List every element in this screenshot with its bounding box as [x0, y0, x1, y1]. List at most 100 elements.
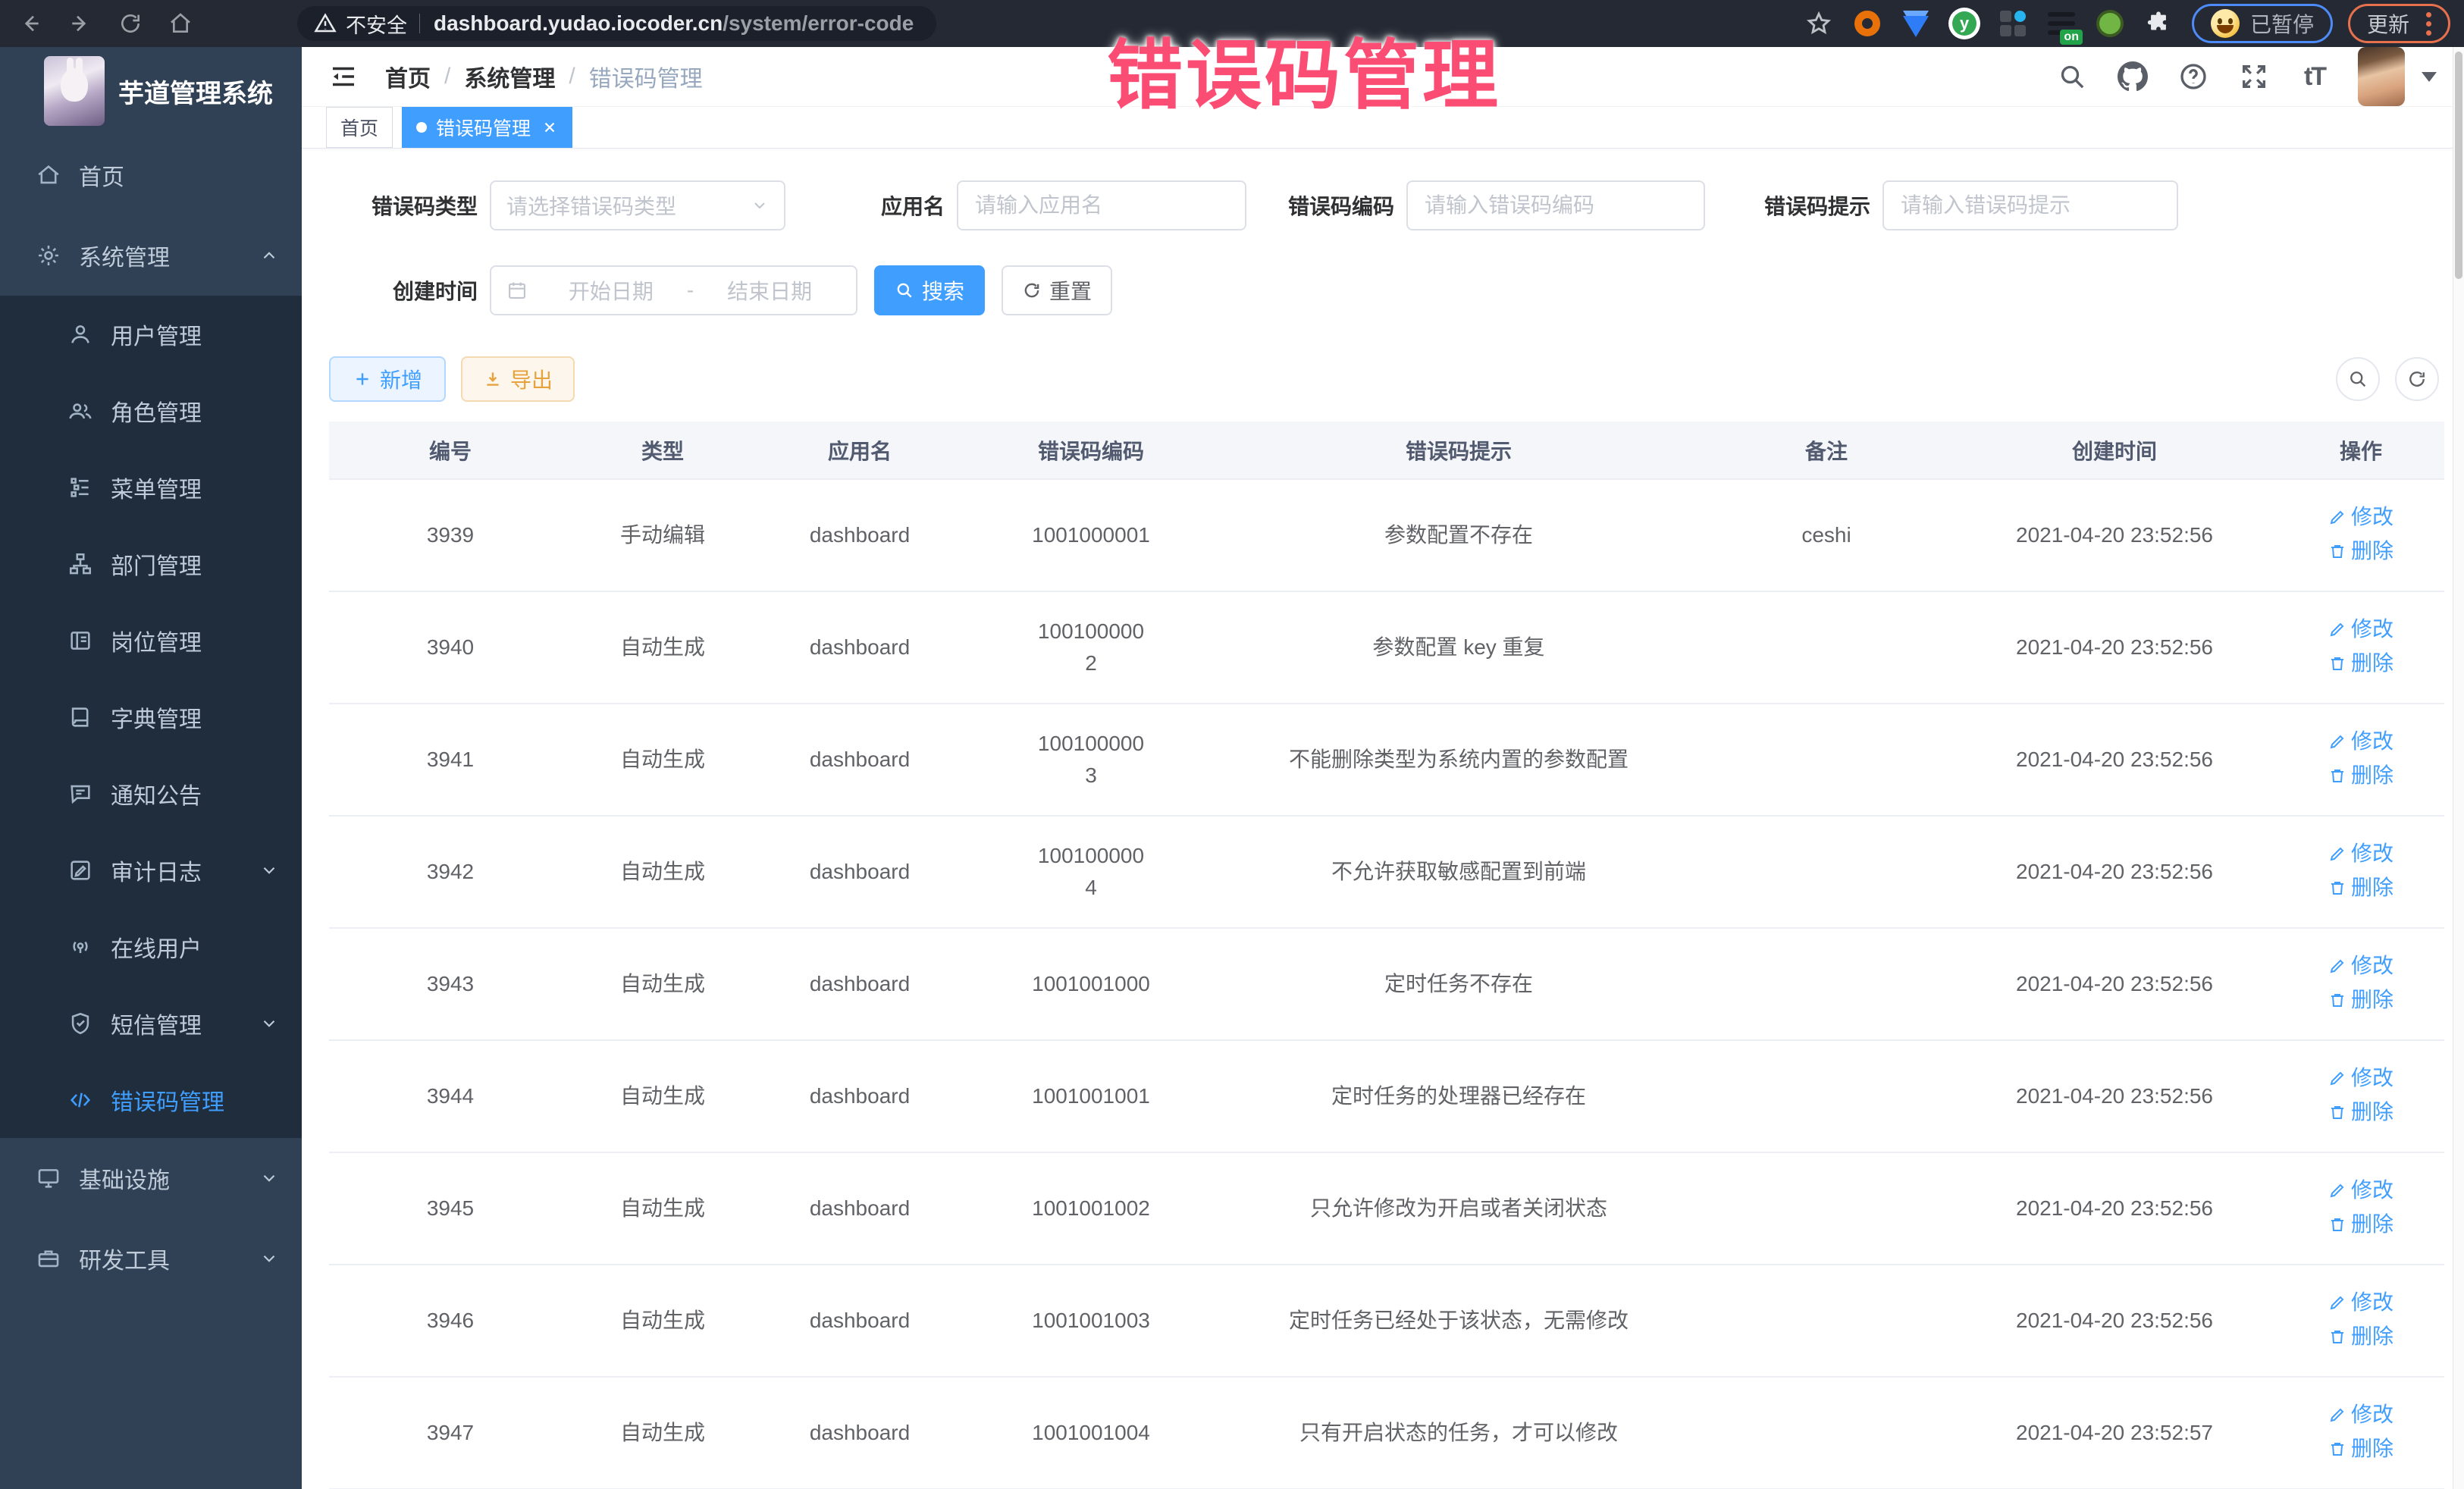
tag-error-codes[interactable]: 错误码管理 — [402, 107, 572, 148]
scrollbar-thumb[interactable] — [2455, 52, 2462, 279]
address-bar[interactable]: 不安全 dashboard.yudao.iocoder.cn /system/e… — [297, 6, 936, 41]
delete-button[interactable]: 删除 — [2328, 1433, 2393, 1465]
filter-app-name: 应用名 — [869, 180, 1246, 230]
delete-button[interactable]: 删除 — [2328, 1096, 2393, 1128]
edit-button[interactable]: 修改 — [2328, 838, 2393, 870]
browser-menu-icon[interactable] — [2426, 12, 2431, 36]
end-date-placeholder[interactable]: 结束日期 — [698, 275, 841, 306]
breadcrumb-home[interactable]: 首页 — [385, 60, 431, 93]
date-range-picker[interactable]: 开始日期 - 结束日期 — [490, 265, 857, 315]
edit-button[interactable]: 修改 — [2328, 1287, 2393, 1318]
edit-button[interactable]: 修改 — [2328, 613, 2393, 645]
sidebar-submenu-system: 用户管理 角色管理 菜单管理 部门管理 — [0, 296, 302, 1138]
extension-grid-icon[interactable] — [1995, 5, 2031, 42]
browser-reload-icon[interactable] — [114, 7, 147, 40]
table-row: 3947自动生成dashboard1001001004只有开启状态的任务，才可以… — [329, 1377, 2444, 1489]
sidebar-item-system[interactable]: 系统管理 — [0, 215, 302, 296]
delete-button[interactable]: 删除 — [2328, 1321, 2393, 1353]
delete-button[interactable]: 删除 — [2328, 535, 2393, 567]
chevron-down-icon — [259, 1014, 279, 1033]
refresh-icon[interactable] — [2395, 357, 2439, 401]
browser-forward-icon[interactable] — [64, 7, 97, 40]
extension-list-on-icon[interactable]: on — [2043, 5, 2080, 42]
extensions-puzzle-icon[interactable] — [2140, 5, 2177, 42]
sidebar-item-devtools[interactable]: 研发工具 — [0, 1218, 302, 1299]
extension-orange-icon[interactable] — [1849, 5, 1886, 42]
sidebar: 芋道管理系统 首页 系统管理 用户管理 — [0, 47, 302, 1489]
code-icon — [67, 1086, 94, 1114]
error-code-input[interactable] — [1423, 193, 1688, 218]
user-avatar[interactable] — [2358, 47, 2405, 106]
tag-home[interactable]: 首页 — [326, 107, 393, 148]
delete-button[interactable]: 删除 — [2328, 1208, 2393, 1240]
chevron-down-icon — [259, 1168, 279, 1188]
browser-home-icon[interactable] — [164, 7, 197, 40]
edit-button[interactable]: 修改 — [2328, 501, 2393, 533]
help-icon[interactable] — [2173, 56, 2214, 97]
extension-gem-icon[interactable] — [1898, 5, 1934, 42]
error-hint-input-box — [1882, 180, 2178, 230]
delete-button[interactable]: 删除 — [2328, 760, 2393, 792]
avatar-caret-icon[interactable] — [2422, 72, 2437, 82]
edit-button[interactable]: 修改 — [2328, 726, 2393, 757]
sidebar-item-roles[interactable]: 角色管理 — [0, 372, 302, 449]
app-frame: 芋道管理系统 首页 系统管理 用户管理 — [0, 47, 2464, 1489]
search-icon[interactable] — [2052, 56, 2093, 97]
delete-button[interactable]: 删除 — [2328, 647, 2393, 679]
sidebar-fold-icon[interactable] — [328, 61, 359, 92]
sidebar-item-dictionary[interactable]: 字典管理 — [0, 679, 302, 755]
breadcrumb-separator: / — [569, 64, 575, 89]
edit-button[interactable]: 修改 — [2328, 1062, 2393, 1094]
table-row: 3946自动生成dashboard1001001003定时任务已经处于该状态，无… — [329, 1265, 2444, 1377]
sidebar-item-infrastructure[interactable]: 基础设施 — [0, 1138, 302, 1218]
sidebar-menu: 首页 系统管理 用户管理 角色管理 — [0, 135, 302, 1489]
table-row: 3944自动生成dashboard1001001001定时任务的处理器已经存在2… — [329, 1040, 2444, 1152]
bookmark-star-icon[interactable] — [1801, 5, 1837, 42]
page-scrollbar[interactable] — [2453, 47, 2464, 1489]
sidebar-item-error-codes[interactable]: 错误码管理 — [0, 1061, 302, 1138]
filter-create-time: 创建时间 开始日期 - 结束日期 — [356, 265, 857, 315]
export-button[interactable]: 导出 — [461, 356, 575, 402]
add-button[interactable]: 新增 — [329, 356, 446, 402]
sidebar-item-online-users[interactable]: 在线用户 — [0, 908, 302, 985]
sidebar-item-departments[interactable]: 部门管理 — [0, 525, 302, 602]
font-size-icon[interactable]: tT — [2294, 56, 2335, 97]
delete-button[interactable]: 删除 — [2328, 872, 2393, 904]
tag-close-icon[interactable] — [541, 119, 558, 136]
extension-green-y-icon[interactable]: y — [1946, 5, 1983, 42]
breadcrumb: 首页 / 系统管理 / 错误码管理 — [385, 60, 703, 93]
fullscreen-icon[interactable] — [2234, 56, 2274, 97]
browser-back-icon[interactable] — [14, 7, 47, 40]
home-icon — [35, 161, 62, 189]
breadcrumb-system[interactable]: 系统管理 — [464, 60, 555, 93]
delete-button[interactable]: 删除 — [2328, 984, 2393, 1016]
chevron-up-icon — [259, 246, 279, 265]
sidebar-item-audit-log[interactable]: 审计日志 — [0, 832, 302, 908]
error-type-select[interactable]: 请选择错误码类型 — [490, 180, 785, 230]
reset-button[interactable]: 重置 — [1002, 265, 1112, 315]
error-hint-input[interactable] — [1899, 193, 2161, 218]
sidebar-item-menus[interactable]: 菜单管理 — [0, 449, 302, 525]
search-button[interactable]: 搜索 — [874, 265, 985, 315]
app-name-label: 应用名 — [869, 190, 945, 221]
screen: 不安全 dashboard.yudao.iocoder.cn /system/e… — [0, 0, 2464, 1489]
show-search-icon[interactable] — [2336, 357, 2380, 401]
app-name-input[interactable] — [973, 193, 1230, 218]
sidebar-item-home[interactable]: 首页 — [0, 135, 302, 215]
edit-button[interactable]: 修改 — [2328, 1399, 2393, 1431]
github-icon[interactable] — [2112, 56, 2153, 97]
extension-cam-icon[interactable] — [2092, 5, 2128, 42]
user-icon — [67, 321, 94, 348]
table-toolbar: 新增 导出 — [329, 350, 2439, 422]
sidebar-item-posts[interactable]: 岗位管理 — [0, 602, 302, 679]
sidebar-item-sms[interactable]: 短信管理 — [0, 985, 302, 1061]
edit-button[interactable]: 修改 — [2328, 950, 2393, 982]
start-date-placeholder[interactable]: 开始日期 — [540, 275, 682, 306]
sidebar-item-announcements[interactable]: 通知公告 — [0, 755, 302, 832]
edit-button[interactable]: 修改 — [2328, 1174, 2393, 1206]
sidebar-item-users[interactable]: 用户管理 — [0, 296, 302, 372]
announcement-icon — [67, 780, 94, 807]
profile-paused-badge[interactable]: 已暂停 — [2192, 4, 2333, 43]
browser-update-button[interactable]: 更新 — [2348, 4, 2450, 43]
filter-error-hint: 错误码提示 — [1748, 180, 2178, 230]
